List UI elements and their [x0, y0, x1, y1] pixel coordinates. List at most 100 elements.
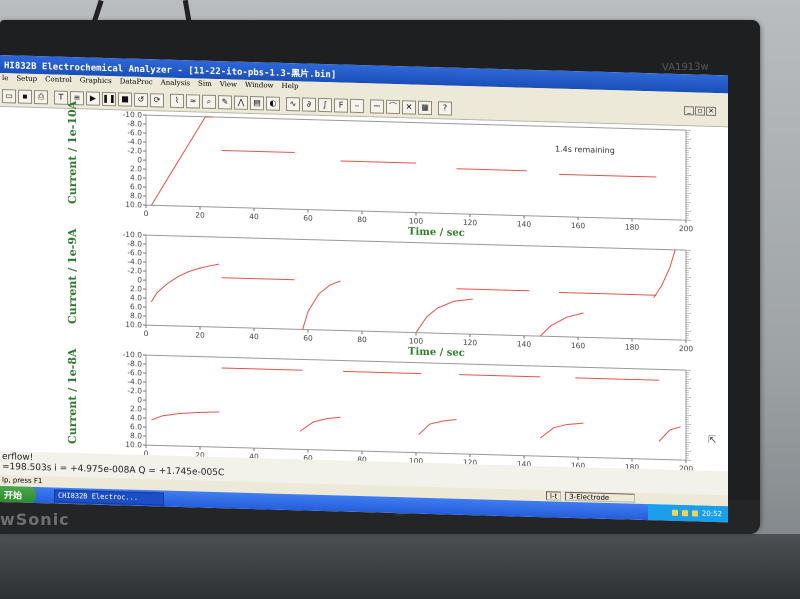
- menu-item[interactable]: Window: [245, 81, 274, 92]
- notes-icon[interactable]: ▦: [418, 100, 432, 115]
- chart-svg: -10.0-8.0-6.0-4.0-2.002.04.06.08.010.00 2…: [123, 110, 694, 233]
- y-tick-label: 8.0: [130, 191, 142, 200]
- x-tick-label: 160: [571, 221, 586, 230]
- monitor-brand: wSonic: [0, 510, 70, 529]
- y-tick-label: -2.0: [127, 386, 142, 395]
- y-tick-label: -4.0: [127, 137, 142, 146]
- plots-area: -10.0 -8.0 -6.0 -4.0 -2.0 0 2.0 4.0 6.0 8.0 10.0 0 2…: [0, 101, 728, 488]
- menu-item[interactable]: Sim: [198, 80, 212, 90]
- menu-item[interactable]: Graphics: [80, 76, 112, 87]
- close-icon[interactable]: ×: [706, 106, 716, 116]
- x-axis-label: Time / sec: [408, 226, 465, 239]
- y-tick-label: 2.0: [130, 164, 142, 173]
- y-tick-label: -4.0: [127, 257, 142, 266]
- open-file-icon[interactable]: ▭: [2, 88, 16, 103]
- tray-icon[interactable]: [681, 510, 688, 517]
- y-tick-label: 0: [137, 155, 142, 164]
- time-remaining: 1.4s remaining: [555, 144, 615, 156]
- monitor-model: VA1913w: [661, 61, 709, 74]
- x-tick-label: 120: [463, 218, 478, 227]
- start-button[interactable]: 开始: [0, 486, 36, 504]
- y-tick-label: 2.0: [130, 404, 142, 413]
- reverse-icon[interactable]: ↺: [134, 92, 148, 107]
- integrate-icon[interactable]: ∫: [318, 97, 332, 112]
- chart-panel: -10.0 -8.0 -6.0 -4.0 -2.0 0 2.0 4.0 6.0 8.0 10.0 0 2…: [0, 107, 710, 247]
- menu-item[interactable]: Analysis: [161, 78, 190, 89]
- status-cell: l-t: [546, 491, 562, 501]
- overlay-icon[interactable]: ≈: [186, 93, 200, 109]
- restore-icon[interactable]: ▫: [695, 106, 705, 116]
- y-tick-label: 8.0: [130, 431, 142, 440]
- y-tick-label: -10.0: [123, 350, 143, 360]
- baseline-icon[interactable]: ⎯: [350, 98, 364, 113]
- y-tick-label: 4.0: [130, 293, 142, 302]
- plot-frame: [145, 234, 687, 341]
- y-tick-label: 6.0: [130, 182, 142, 191]
- smooth-icon[interactable]: ∿: [286, 96, 300, 111]
- clock: 20:52: [701, 509, 722, 519]
- run-icon[interactable]: ▶: [86, 90, 100, 106]
- y-tick-label: 0: [137, 275, 142, 284]
- y-tick-label: 4.0: [130, 173, 142, 182]
- x-tick-label: 0: [144, 209, 149, 218]
- x-tick-label: 100: [409, 336, 424, 345]
- y-tick-label: 6.0: [130, 302, 142, 311]
- x-axis-label: Time / sec: [408, 346, 465, 359]
- x-tick-label: 100: [409, 216, 424, 225]
- desk: [0, 534, 800, 599]
- menu-item[interactable]: le: [2, 74, 8, 84]
- print-icon[interactable]: ⎙: [34, 89, 48, 104]
- y-tick-label: -8.0: [127, 359, 142, 368]
- y-tick-label: 8.0: [130, 311, 142, 320]
- y-tick-label: -8.0: [127, 239, 142, 248]
- pause-icon[interactable]: ❚❚: [102, 91, 116, 106]
- y-tick-label: -6.0: [127, 248, 142, 257]
- tray-icon[interactable]: [671, 509, 678, 516]
- mouse-cursor-icon: ⇱: [708, 434, 717, 447]
- sim-icon[interactable]: ⎓: [370, 98, 384, 114]
- y-tick-label: 10.0: [125, 200, 142, 209]
- manual-results-icon[interactable]: ✎: [218, 94, 232, 109]
- x-tick-label: 20: [195, 210, 205, 219]
- menu-item[interactable]: Setup: [16, 74, 37, 85]
- derivative-icon[interactable]: ∂: [302, 96, 316, 112]
- chart-svg: -10.0-8.0-6.0-4.0-2.002.04.06.08.010.00 2…: [123, 230, 694, 353]
- x-tick-label: 80: [357, 335, 367, 344]
- taskbar-app-button[interactable]: CHI832B Electroc...: [54, 489, 164, 506]
- y-tick-label: -6.0: [127, 128, 142, 137]
- fit-icon[interactable]: ⌒: [386, 99, 400, 114]
- repeat-icon[interactable]: ⟳: [150, 92, 164, 108]
- peak-icon[interactable]: ⋀: [234, 95, 248, 110]
- zoom-icon[interactable]: ⌕: [202, 94, 216, 109]
- color-icon[interactable]: ◐: [266, 95, 280, 111]
- y-tick-label: 4.0: [130, 413, 142, 422]
- x-tick-label: 140: [517, 219, 532, 228]
- y-tick-label: 10.0: [125, 320, 142, 329]
- save-icon[interactable]: ▪: [18, 89, 32, 104]
- tray-icon[interactable]: [691, 510, 698, 517]
- mark-icon[interactable]: ✕: [402, 99, 416, 115]
- minimize-icon[interactable]: _: [684, 106, 694, 116]
- menu-item[interactable]: Control: [45, 75, 72, 86]
- plot-frame: [145, 354, 687, 461]
- graph-options-icon[interactable]: ▤: [250, 95, 264, 110]
- x-tick-label: 140: [517, 339, 532, 348]
- x-tick-label: 60: [303, 333, 313, 342]
- graph-icon[interactable]: ⌇: [170, 93, 184, 108]
- menu-item[interactable]: View: [220, 80, 237, 90]
- x-tick-label: 180: [625, 222, 640, 231]
- y-axis-label: Current / 1e-9A: [66, 228, 79, 325]
- chart-panel: -10.0 -8.0 -6.0 -4.0 -2.0 0 2.0 4.0 6.0 8.0 10.0 0 2…: [0, 227, 710, 367]
- x-tick-label: 40: [249, 212, 259, 221]
- menu-item[interactable]: DataProc: [120, 77, 153, 88]
- plot-frame: [145, 114, 687, 221]
- stop-icon[interactable]: ■: [118, 91, 132, 107]
- y-axis-label: Current / 1e-8A: [66, 348, 79, 445]
- screen: HI832B Electrochemical Analyzer - [11-22…: [0, 55, 728, 523]
- fft-icon[interactable]: F: [334, 97, 348, 113]
- menu-item[interactable]: Help: [282, 82, 299, 92]
- x-tick-label: 200: [679, 224, 694, 233]
- x-tick-label: 40: [249, 332, 259, 341]
- y-tick-label: -2.0: [127, 266, 142, 275]
- help-icon[interactable]: ?: [438, 100, 452, 116]
